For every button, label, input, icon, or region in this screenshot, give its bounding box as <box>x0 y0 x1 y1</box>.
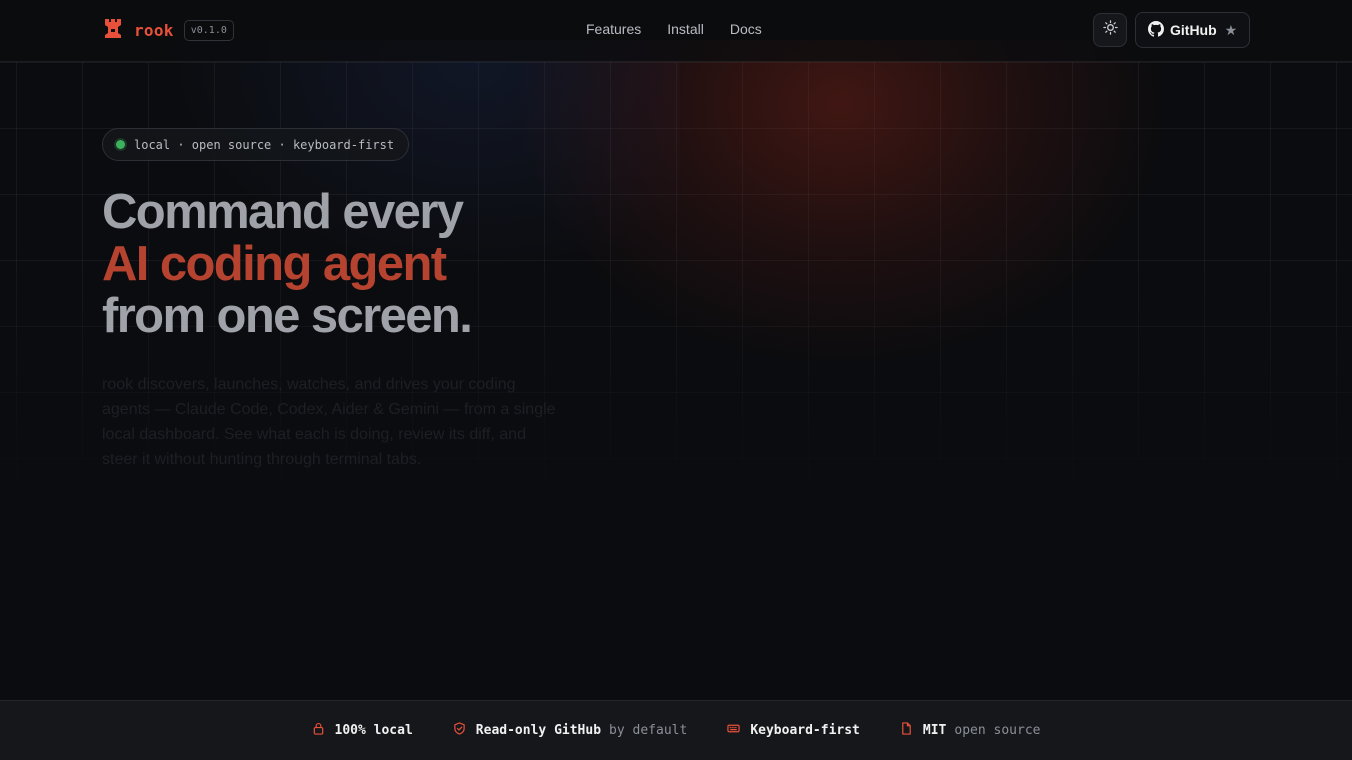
nav-features[interactable]: Features <box>586 21 641 37</box>
feature-strip: 100% local Read-only GitHub by default K… <box>0 700 1352 760</box>
main-nav: Features Install Docs <box>586 21 762 37</box>
nav-install[interactable]: Install <box>667 21 704 37</box>
version-badge: v0.1.0 <box>183 20 234 41</box>
feature-license-note: open source <box>954 723 1041 738</box>
hero-title-line-1: Command every <box>102 185 464 239</box>
feature-license: MIT open source <box>900 722 1041 739</box>
feature-keyboard: Keyboard-first <box>727 722 860 739</box>
github-button[interactable]: GitHub ★ <box>1135 12 1250 48</box>
github-icon <box>1148 20 1164 40</box>
hero-title-line-3: from one screen. <box>102 289 473 343</box>
hero-badge: local · open source · keyboard-first <box>102 128 410 161</box>
file-icon <box>900 722 923 739</box>
feature-readonly: Read-only GitHub by default <box>453 722 688 739</box>
hero-title: Command every AI coding agent from one s… <box>102 185 473 343</box>
lock-icon <box>312 722 335 739</box>
nav-docs[interactable]: Docs <box>730 21 762 37</box>
sun-icon <box>1102 20 1118 40</box>
feature-license-label: MIT <box>922 723 947 738</box>
site-header: rook v0.1.0 Features Install Docs GitHub… <box>0 0 1352 62</box>
feature-readonly-label: Read-only GitHub <box>475 723 602 738</box>
feature-keyboard-label: Keyboard-first <box>750 723 860 738</box>
hero-lead: rook discovers, launches, watches, and d… <box>102 376 556 468</box>
hero-title-line-2: AI coding agent <box>102 237 447 291</box>
background-glow-red <box>520 40 1160 360</box>
github-label: GitHub <box>1170 22 1217 38</box>
feature-local-label: 100% local <box>334 723 413 738</box>
feature-local: 100% local <box>312 722 413 739</box>
status-dot-icon <box>116 140 125 149</box>
rook-logo-icon <box>104 18 122 43</box>
feature-readonly-note: by default <box>609 723 688 738</box>
keyboard-icon <box>727 722 750 739</box>
theme-toggle-button[interactable] <box>1093 13 1127 47</box>
brand[interactable]: rook v0.1.0 <box>104 18 234 43</box>
star-icon: ★ <box>1224 21 1238 38</box>
shield-icon <box>453 722 476 739</box>
brand-name: rook <box>134 21 174 40</box>
hero-badge-text: local · open source · keyboard-first <box>134 137 395 152</box>
